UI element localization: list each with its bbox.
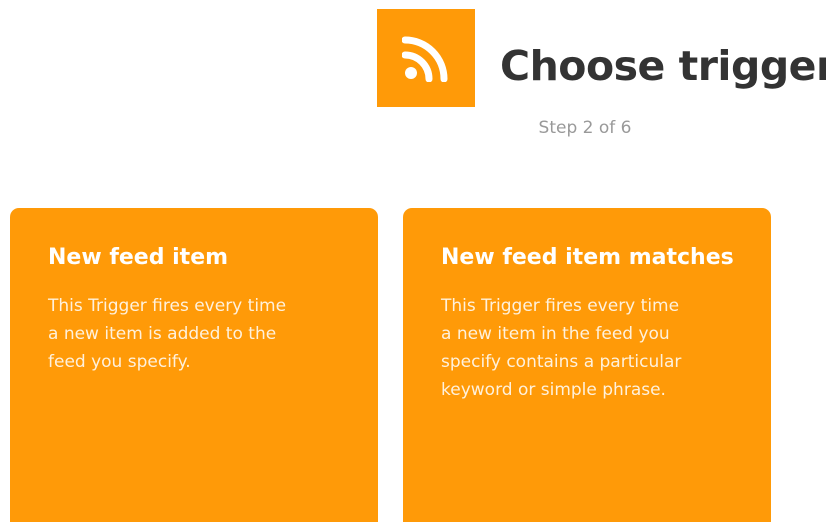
rss-service-logo: [377, 9, 475, 107]
trigger-card-title: New feed item: [48, 245, 229, 270]
trigger-card-title: New feed item matches: [441, 245, 734, 270]
rss-feed-icon: [402, 36, 448, 82]
trigger-card-description: This Trigger fires every time a new item…: [441, 296, 682, 400]
choose-trigger-page: Choose trigger Step 2 of 6 New feed item…: [0, 0, 826, 522]
page-title: Choose trigger: [500, 42, 826, 90]
trigger-card-description: This Trigger fires every time a new item…: [48, 296, 287, 372]
step-indicator: Step 2 of 6: [538, 118, 632, 138]
trigger-card-new-feed-item[interactable]: New feed item This Trigger fires every t…: [10, 208, 378, 522]
trigger-card-new-feed-item-matches[interactable]: New feed item matches This Trigger fires…: [403, 208, 771, 522]
